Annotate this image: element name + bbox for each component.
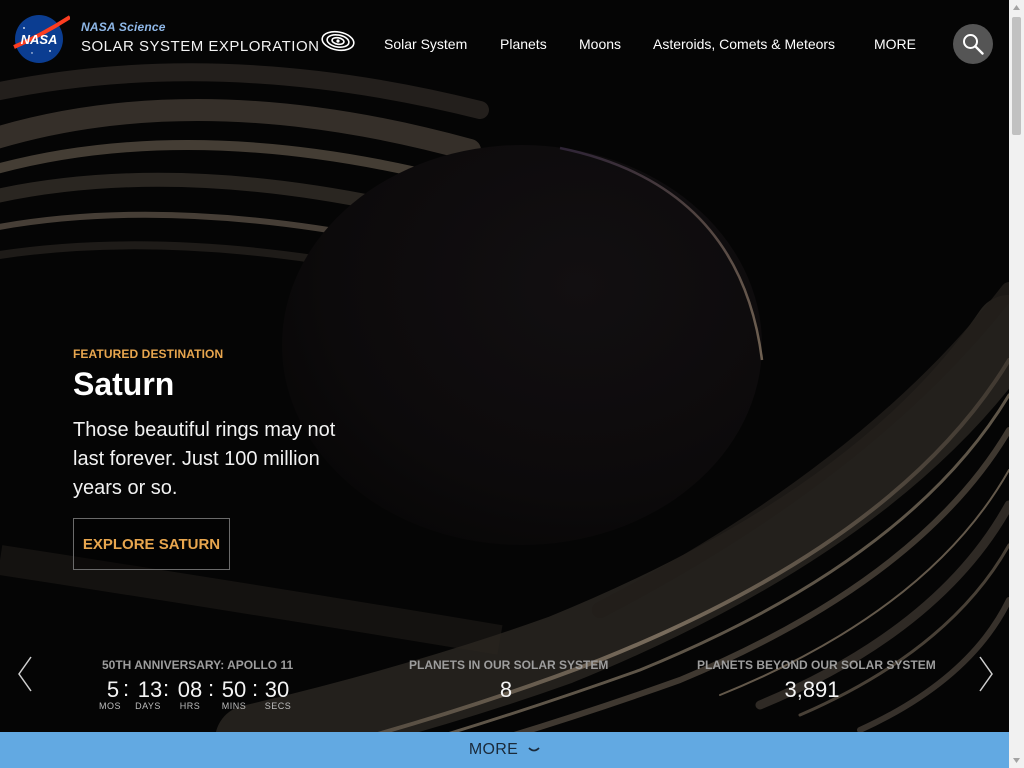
explore-saturn-button[interactable]: EXPLORE SATURN [73, 518, 230, 570]
more-label: MORE [468, 741, 519, 758]
exoplanets-count-value[interactable]: 3,891 [772, 677, 852, 703]
nasa-logo-text: NASA [21, 32, 58, 47]
countdown-unit-days: DAYS [135, 701, 161, 711]
countdown-unit-months: MOS [98, 701, 121, 711]
next-arrow-icon[interactable] [975, 655, 995, 693]
countdown-separator: : [123, 676, 130, 701]
hero-stage: NASA NASA Science SOLAR SYSTEM EXPLORATI… [0, 0, 1009, 768]
countdown-unit-hours: HRS [179, 701, 201, 711]
chevron-down-icon [528, 747, 540, 752]
exoplanets-count-label[interactable]: PLANETS BEYOND OUR SOLAR SYSTEM [697, 658, 936, 672]
planets-count-value: 8 [499, 677, 513, 702]
countdown-seconds: 30 [264, 677, 290, 702]
hero-description: Those beautiful rings may not last forev… [73, 419, 336, 499]
more-bar[interactable]: MORE [0, 732, 1009, 768]
countdown-unit-minutes: MINS [221, 701, 247, 711]
nav-planets[interactable]: Planets [500, 36, 547, 52]
featured-eyebrow: FEATURED DESTINATION [73, 347, 224, 361]
nav-solar-system[interactable]: Solar System [384, 36, 467, 52]
hero-title: Saturn [73, 366, 175, 402]
scrollbar-thumb[interactable] [1012, 17, 1021, 135]
countdown-hours: 08 [177, 677, 203, 702]
countdown-label: 50TH ANNIVERSARY: APOLLO 11 [102, 658, 294, 672]
search-icon [963, 34, 984, 55]
nav-asteroids-comets-meteors[interactable]: Asteroids, Comets & Meteors [653, 36, 835, 52]
search-button[interactable] [953, 24, 993, 64]
nav-moons[interactable]: Moons [579, 36, 621, 52]
countdown-unit-seconds: SECS [264, 701, 292, 711]
site-header: NASA NASA Science SOLAR SYSTEM EXPLORATI… [0, 0, 1009, 88]
planets-count-label: PLANETS IN OUR SOLAR SYSTEM [409, 658, 609, 672]
nav-more[interactable]: MORE [874, 36, 916, 52]
countdown-separator: : [163, 676, 170, 701]
scroll-down-arrow-icon[interactable] [1009, 753, 1024, 768]
countdown-minutes: 50 [221, 677, 247, 702]
site-title[interactable]: SOLAR SYSTEM EXPLORATION [81, 38, 319, 55]
site-subtitle[interactable]: NASA Science [81, 20, 166, 34]
orbit-icon [321, 30, 355, 52]
previous-arrow-icon[interactable] [16, 655, 36, 693]
nasa-logo[interactable]: NASA [12, 13, 70, 63]
vertical-scrollbar[interactable] [1009, 0, 1024, 768]
scroll-up-arrow-icon[interactable] [1009, 0, 1024, 15]
